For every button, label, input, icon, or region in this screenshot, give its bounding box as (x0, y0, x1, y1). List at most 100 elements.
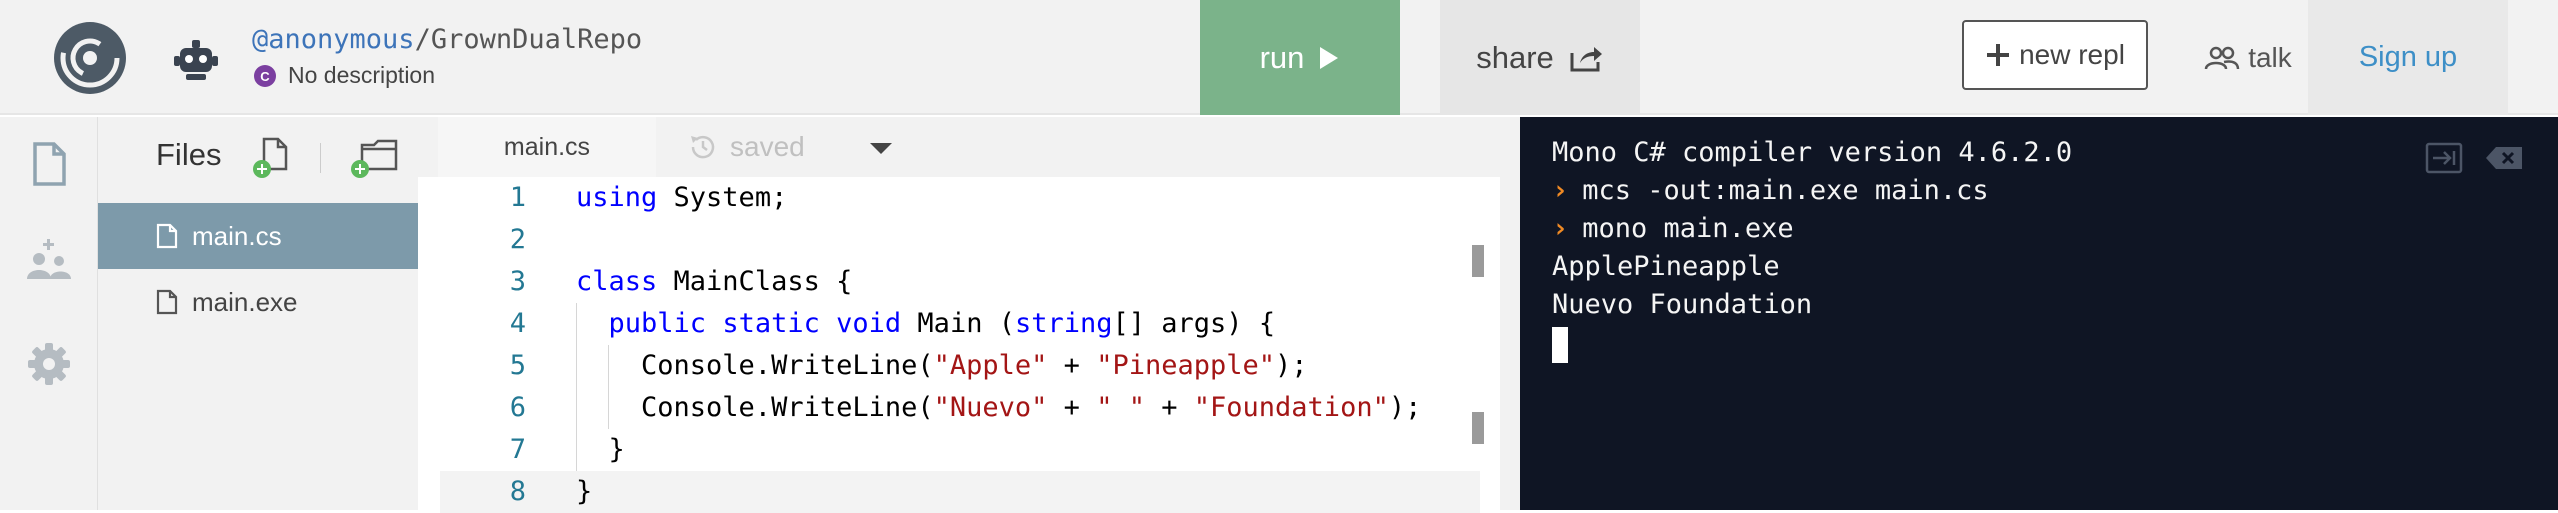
code-line[interactable]: 3 class MainClass { (440, 261, 1480, 303)
file-item-main-exe[interactable]: main.exe (98, 269, 418, 335)
new-repl-button[interactable]: new repl (1962, 20, 2148, 90)
console-line: ApplePineapple (1552, 251, 1780, 282)
console-text: mcs -out:main.exe main.cs (1582, 175, 1989, 206)
code-text: } (576, 471, 592, 513)
code-line[interactable]: 8} (440, 471, 1480, 513)
top-header: @anonymous/GrownDualRepo C No descriptio… (0, 0, 2558, 115)
signup-button[interactable]: Sign up (2308, 0, 2508, 115)
file-icon[interactable] (26, 141, 72, 187)
code-token: Console.WriteLine( (576, 392, 934, 423)
line-number: 8 (509, 476, 526, 507)
share-label: share (1476, 39, 1554, 75)
code-line[interactable]: 1 using System; (440, 177, 1480, 219)
svg-text:C: C (260, 69, 270, 84)
code-token: ); (1275, 350, 1308, 381)
code-string: "Apple" (933, 350, 1048, 381)
line-number: 3 (509, 266, 526, 297)
code-text: using System; (576, 177, 787, 219)
code-line[interactable]: 2 (440, 219, 1480, 261)
path-separator: / (414, 24, 431, 55)
file-name: main.exe (192, 286, 298, 317)
code-text: Console.WriteLine("Apple" + "Pineapple")… (576, 345, 1308, 387)
editor-scrollbar-marker[interactable] (1472, 412, 1484, 444)
repl-name[interactable]: GrownDualRepo (431, 24, 642, 55)
code-text: } (576, 429, 625, 471)
code-editor[interactable]: 1 using System; 2 3 class MainClass {4 publi… (440, 177, 1500, 513)
code-string: "Pineapple" (1096, 350, 1276, 381)
code-token: Console.WriteLine( (576, 350, 934, 381)
line-number: 7 (509, 434, 526, 465)
file-item-main-cs[interactable]: main.cs (98, 203, 418, 269)
talk-button[interactable]: talk (2188, 0, 2308, 115)
share-button[interactable]: share (1440, 0, 1640, 115)
file-name: main.cs (192, 220, 282, 251)
new-folder-icon[interactable] (348, 135, 400, 179)
share-icon (1570, 46, 1602, 71)
indent-guide (576, 303, 577, 471)
repl-path: @anonymous/GrownDualRepo (252, 24, 642, 55)
console-text: mono main.exe (1582, 213, 1794, 244)
clear-icon[interactable] (2484, 145, 2524, 171)
users-icon[interactable] (26, 239, 72, 285)
save-status-label: saved (730, 131, 805, 162)
console-text: Nuevo Foundation (1552, 289, 1813, 320)
save-status: saved (688, 117, 805, 177)
code-string: "Foundation" (1193, 392, 1389, 423)
console-panel[interactable]: Mono C# compiler version 4.6.2.0 › mcs -ou… (1520, 117, 2558, 510)
console-cursor (1552, 327, 1568, 363)
code-token: [] args) { (1112, 308, 1276, 339)
files-toolbar-divider (320, 143, 321, 173)
run-button[interactable]: run (1200, 0, 1400, 115)
code-keyword: void (836, 308, 902, 339)
line-number: 6 (509, 392, 526, 423)
people-icon (2204, 46, 2240, 69)
robot-avatar-icon[interactable] (172, 38, 220, 82)
line-number: 2 (509, 224, 526, 255)
chevron-down-icon[interactable] (866, 135, 896, 159)
file-icon (156, 289, 178, 315)
indent-guide (608, 345, 609, 429)
code-keyword: static (722, 308, 820, 339)
pane-divider[interactable] (1500, 117, 1520, 510)
code-string: " " (1096, 392, 1145, 423)
code-line[interactable]: 5 Console.WriteLine("Apple" + "Pineapple… (440, 345, 1480, 387)
new-repl-label: new repl (2019, 39, 2125, 70)
enter-icon[interactable] (2424, 141, 2464, 175)
code-keyword: public (608, 308, 707, 339)
history-icon (691, 135, 715, 159)
new-file-icon[interactable] (250, 135, 294, 179)
code-line[interactable]: 4 public static void Main (string[] args… (440, 303, 1480, 345)
code-token: Main ( (901, 308, 1015, 339)
code-line[interactable]: 7 } (440, 429, 1480, 471)
editor-tab-bar: main.cs saved (418, 117, 1500, 177)
prompt-chevron-icon: › (1552, 175, 1569, 206)
console-line: Mono C# compiler version 4.6.2.0 (1552, 137, 2072, 168)
line-number: 5 (509, 350, 526, 381)
console-line: › mono main.exe (1552, 213, 1794, 244)
code-token: System; (657, 182, 788, 213)
code-text: public static void Main (string[] args) … (576, 303, 1276, 345)
description-text[interactable]: No description (288, 62, 435, 89)
tab-main-cs[interactable]: main.cs (438, 117, 656, 177)
code-keyword: using (576, 182, 658, 213)
play-icon (1320, 46, 1339, 69)
code-line[interactable]: 6 Console.WriteLine("Nuevo" + " " + "Fou… (440, 387, 1480, 429)
line-number: 4 (509, 308, 526, 339)
file-icon (156, 223, 178, 249)
files-panel: Files main.cs main.exe (98, 117, 418, 510)
code-keyword: string (1014, 308, 1113, 339)
editor-scrollbar-marker[interactable] (1472, 245, 1484, 277)
console-text: Mono C# compiler version 4.6.2.0 (1552, 137, 2073, 168)
files-title: Files (156, 137, 222, 172)
line-number: 1 (509, 182, 526, 213)
owner-link[interactable]: @anonymous (252, 24, 415, 55)
code-token: } (576, 476, 593, 507)
replit-logo-icon[interactable] (50, 18, 130, 98)
code-text: Console.WriteLine("Nuevo" + " " + "Found… (576, 387, 1421, 429)
gear-icon[interactable] (26, 341, 72, 387)
code-token: } (576, 434, 625, 465)
console-text: ApplePineapple (1552, 251, 1780, 282)
